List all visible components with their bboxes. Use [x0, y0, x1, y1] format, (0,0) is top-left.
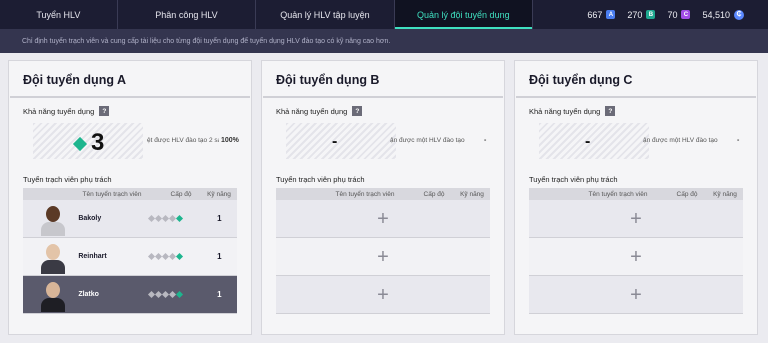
tab-manage-training-coach[interactable]: Quản lý HLV tập luyện: [256, 0, 395, 29]
scouts-label: Tuyển trạch viên phụ trách: [276, 175, 365, 184]
scouts-label: Tuyển trạch viên phụ trách: [23, 175, 112, 184]
currency-b-value: 270: [627, 9, 643, 20]
col-skill: Kỹ năng: [713, 190, 737, 198]
avatar: [37, 278, 68, 312]
add-scout-slot[interactable]: +: [529, 238, 743, 276]
table-header: Tên tuyển trạch viên Cấp độ Kỹ năng: [276, 188, 490, 200]
scouts-table: Tên tuyển trạch viên Cấp độ Kỹ năng + + …: [276, 188, 490, 314]
page-description: Chỉ định tuyển trạch viên và cung cấp tà…: [22, 37, 391, 45]
add-scout-slot[interactable]: +: [529, 276, 743, 314]
table-row[interactable]: Zlatko 1: [23, 276, 237, 314]
tab-assign-coach[interactable]: Phân công HLV: [118, 0, 257, 29]
scouts-label: Tuyển trạch viên phụ trách: [529, 175, 618, 184]
col-name: Tên tuyển trạch viên: [588, 190, 648, 198]
plus-icon: +: [377, 207, 389, 230]
divider: [10, 96, 250, 98]
col-level: Cấp độ: [423, 190, 445, 198]
ability-description: ận được một HLV đào tạo: [643, 137, 718, 144]
plus-icon: +: [377, 283, 389, 306]
currency-bar: 667 A 270 B 70 C 54,510 ₵: [533, 0, 768, 29]
ability-percent: 100%: [221, 137, 239, 144]
plus-icon: +: [377, 245, 389, 268]
help-icon[interactable]: ?: [99, 106, 110, 116]
ability-background: [286, 123, 396, 159]
ability-value: 3: [91, 129, 105, 156]
coin-icon: ₵: [734, 9, 744, 20]
col-level: Cấp độ: [676, 190, 698, 198]
col-name: Tên tuyển trạch viên: [82, 190, 142, 198]
table-header: Tên tuyển trạch viên Cấp độ Kỹ năng: [529, 188, 743, 200]
table-row[interactable]: Reinhart 1: [23, 238, 237, 276]
team-panel-a: Đội tuyển dụng A Khả năng tuyển dụng ? 3…: [8, 60, 252, 335]
ability-value: -: [332, 133, 338, 150]
level-diamonds: [147, 290, 198, 299]
team-title: Đội tuyển dụng B: [276, 73, 380, 87]
col-skill: Kỹ năng: [460, 190, 484, 198]
divider: [263, 96, 503, 98]
ability-percent: -: [737, 137, 740, 144]
ability-background: [33, 123, 143, 159]
team-panel-c: Đội tuyển dụng C Khả năng tuyển dụng ? -…: [514, 60, 758, 335]
ability-label-text: Khả năng tuyển dụng: [529, 106, 601, 116]
description-bar: Chỉ định tuyển trạch viên và cung cấp tà…: [0, 29, 768, 53]
plus-icon: +: [630, 207, 642, 230]
add-scout-slot[interactable]: +: [529, 200, 743, 238]
plus-icon: +: [630, 245, 642, 268]
col-skill: Kỹ năng: [207, 190, 231, 198]
scout-name: Zlatko: [78, 291, 99, 298]
ability-background: [539, 123, 649, 159]
scouts-table: Tên tuyển trạch viên Cấp độ Kỹ năng Bako…: [23, 188, 237, 314]
scout-skill: 1: [217, 252, 222, 261]
level-diamonds: [147, 252, 198, 261]
scout-skill: 1: [217, 290, 222, 299]
ability-label-text: Khả năng tuyển dụng: [276, 106, 348, 116]
help-icon[interactable]: ?: [352, 106, 363, 116]
currency-b-icon: B: [646, 10, 656, 19]
scouts-table: Tên tuyển trạch viên Cấp độ Kỹ năng + + …: [529, 188, 743, 314]
ability-percent: -: [484, 137, 487, 144]
team-title: Đội tuyển dụng A: [23, 73, 126, 87]
ability-description: ận được một HLV đào tạo: [390, 137, 465, 144]
coin-value: 54,510: [702, 9, 730, 20]
add-scout-slot[interactable]: +: [276, 276, 490, 314]
col-level: Cấp độ: [170, 190, 192, 198]
top-nav: Tuyển HLV Phân công HLV Quản lý HLV tập …: [0, 0, 768, 29]
currency-a-icon: A: [606, 10, 616, 19]
ability-description: ệt được HLV đào tạo 2 sao: [147, 137, 219, 144]
team-panel-b: Đội tuyển dụng B Khả năng tuyển dụng ? -…: [261, 60, 505, 335]
table-row[interactable]: Bakoly 1: [23, 200, 237, 238]
divider: [516, 96, 756, 98]
currency-c-icon: C: [681, 10, 691, 19]
avatar: [37, 202, 68, 236]
currency-a: 667 A: [587, 9, 616, 20]
table-header: Tên tuyển trạch viên Cấp độ Kỹ năng: [23, 188, 237, 200]
ability-label-text: Khả năng tuyển dụng: [23, 106, 95, 116]
help-icon[interactable]: ?: [605, 106, 616, 116]
currency-b: 270 B: [627, 9, 656, 20]
avatar: [37, 240, 68, 274]
team-title: Đội tuyển dụng C: [529, 73, 633, 87]
ability-label: Khả năng tuyển dụng ?: [276, 106, 363, 116]
currency-a-value: 667: [587, 9, 603, 20]
ability-label: Khả năng tuyển dụng ?: [23, 106, 110, 116]
col-name: Tên tuyển trạch viên: [335, 190, 395, 198]
add-scout-slot[interactable]: +: [276, 200, 490, 238]
level-diamonds: [147, 214, 198, 223]
currency-c-value: 70: [667, 9, 678, 20]
scout-name: Reinhart: [78, 253, 107, 260]
plus-icon: +: [630, 283, 642, 306]
ability-value: -: [585, 133, 591, 150]
ability-label: Khả năng tuyển dụng ?: [529, 106, 616, 116]
currency-c: 70 C: [667, 9, 691, 20]
tab-bar: Tuyển HLV Phân công HLV Quản lý HLV tập …: [0, 0, 534, 29]
tab-manage-recruit-team[interactable]: Quản lý đội tuyển dụng: [394, 0, 534, 29]
add-scout-slot[interactable]: +: [276, 238, 490, 276]
scout-skill: 1: [217, 214, 222, 223]
scout-name: Bakoly: [78, 215, 102, 222]
tab-recruit-coach[interactable]: Tuyển HLV: [0, 0, 118, 29]
currency-coin: 54,510 ₵: [702, 9, 744, 20]
